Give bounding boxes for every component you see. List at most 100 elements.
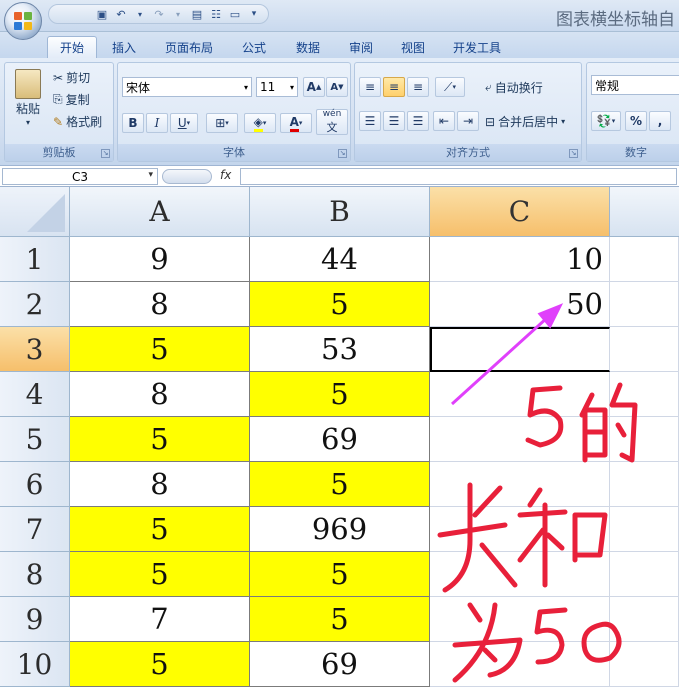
grid-cell[interactable] (610, 642, 679, 687)
row-header[interactable]: 5 (0, 417, 70, 462)
form-edit-icon[interactable]: ☷ (208, 6, 224, 22)
grid-cell[interactable]: 9 (70, 237, 250, 282)
grid-cell[interactable] (430, 417, 610, 462)
grid-cell[interactable]: 5 (250, 282, 430, 327)
row-header[interactable]: 8 (0, 552, 70, 597)
grid-cell[interactable]: 8 (70, 372, 250, 417)
form-icon[interactable]: ▤ (189, 6, 205, 22)
align-center-button[interactable]: ☰ (383, 111, 405, 131)
column-header-b[interactable]: B (250, 187, 430, 237)
grid-cell[interactable]: 53 (250, 327, 430, 372)
row-header[interactable]: 10 (0, 642, 70, 687)
grid-cell[interactable]: 69 (250, 417, 430, 462)
save-icon[interactable]: ▣ (94, 6, 110, 22)
tab-insert[interactable]: 插入 (103, 36, 145, 58)
font-launcher-icon[interactable]: ↘ (338, 149, 347, 158)
format-painter-button[interactable]: ✎ 格式刷 (53, 113, 102, 130)
name-box[interactable]: C3 ▾ (2, 168, 158, 185)
undo-icon[interactable]: ↶ (113, 6, 129, 22)
grid-cell[interactable] (610, 237, 679, 282)
tab-home[interactable]: 开始 (47, 36, 97, 58)
row-header[interactable]: 4 (0, 372, 70, 417)
grid-cell[interactable] (610, 417, 679, 462)
align-top-button[interactable]: ≡ (359, 77, 381, 97)
decrease-indent-button[interactable]: ⇤ (433, 111, 455, 131)
undo-dropdown-icon[interactable]: ▾ (132, 6, 148, 22)
currency-button[interactable]: 💱 ▾ (591, 111, 621, 131)
font-name-select[interactable]: 宋体 ▾ (122, 77, 252, 97)
row-header[interactable]: 9 (0, 597, 70, 642)
grid-cell[interactable] (610, 462, 679, 507)
tab-formulas[interactable]: 公式 (233, 36, 275, 58)
formula-bar-splitter[interactable] (162, 169, 212, 184)
grid-cell[interactable]: 5 (250, 597, 430, 642)
wrap-text-button[interactable]: ⤶ 自动换行 (485, 79, 543, 96)
italic-button[interactable]: I (146, 113, 168, 133)
grid-cell[interactable] (430, 552, 610, 597)
tab-data[interactable]: 数据 (287, 36, 329, 58)
row-header[interactable]: 3 (0, 327, 70, 372)
row-header[interactable]: 2 (0, 282, 70, 327)
row-header[interactable]: 7 (0, 507, 70, 552)
tab-review[interactable]: 审阅 (340, 36, 382, 58)
grid-cell[interactable] (610, 507, 679, 552)
grid-cell[interactable]: 69 (250, 642, 430, 687)
column-header-a[interactable]: A (70, 187, 250, 237)
grid-cell[interactable]: 8 (70, 462, 250, 507)
grid-cell[interactable] (610, 372, 679, 417)
alignment-launcher-icon[interactable]: ↘ (569, 149, 578, 158)
bold-button[interactable]: B (122, 113, 144, 133)
office-button[interactable] (4, 2, 42, 40)
copy-button[interactable]: ⎘ 复制 (53, 91, 90, 108)
align-right-button[interactable]: ☰ (407, 111, 429, 131)
tab-view[interactable]: 视图 (392, 36, 434, 58)
grid-cell[interactable] (430, 507, 610, 552)
orientation-button[interactable]: ⟋ ▾ (435, 77, 465, 97)
font-size-select[interactable]: 11 ▾ (256, 77, 298, 97)
redo-icon[interactable]: ↷ (151, 6, 167, 22)
underline-button[interactable]: U ▾ (170, 113, 198, 133)
grid-cell[interactable]: 8 (70, 282, 250, 327)
column-header-c[interactable]: C (430, 187, 610, 237)
grid-cell[interactable]: 7 (70, 597, 250, 642)
align-left-button[interactable]: ☰ (359, 111, 381, 131)
align-bottom-button[interactable]: ≡ (407, 77, 429, 97)
grid-cell[interactable]: 5 (70, 327, 250, 372)
grid-cell[interactable]: 5 (250, 462, 430, 507)
grid-cell[interactable] (610, 552, 679, 597)
merge-center-button[interactable]: ⊟ 合并后居中 ▾ (485, 113, 565, 130)
tab-developer[interactable]: 开发工具 (446, 36, 508, 58)
grid-cell[interactable] (610, 282, 679, 327)
grow-font-button[interactable]: A ▲ (303, 77, 325, 97)
number-format-select[interactable]: 常规 (591, 75, 679, 95)
window-icon[interactable]: ▭ (227, 6, 243, 22)
cut-button[interactable]: ✂ 剪切 (53, 69, 90, 86)
comma-button[interactable]: , (649, 111, 671, 131)
insert-function-icon[interactable]: fx (220, 168, 231, 182)
grid-cell[interactable]: 5 (70, 642, 250, 687)
select-all-button[interactable] (0, 187, 70, 237)
grid-cell[interactable] (430, 462, 610, 507)
percent-button[interactable]: % (625, 111, 647, 131)
font-color-button[interactable]: A ▾ (280, 113, 312, 133)
row-header[interactable]: 1 (0, 237, 70, 282)
grid-cell[interactable]: 5 (250, 552, 430, 597)
grid-cell[interactable] (430, 597, 610, 642)
tab-page-layout[interactable]: 页面布局 (158, 36, 220, 58)
grid-cell[interactable]: 44 (250, 237, 430, 282)
grid-cell[interactable]: 969 (250, 507, 430, 552)
fill-color-button[interactable]: ◈ ▾ (244, 113, 276, 133)
grid-cell[interactable]: 5 (70, 507, 250, 552)
grid-cell[interactable] (430, 372, 610, 417)
phonetic-button[interactable]: wén 文 (316, 109, 348, 135)
grid-cell[interactable]: 50 (430, 282, 610, 327)
paste-button[interactable]: 粘贴 ▾ (11, 69, 45, 127)
redo-dropdown-icon[interactable]: ▾ (170, 6, 186, 22)
formula-input[interactable] (240, 168, 677, 185)
grid-cell[interactable]: 5 (70, 552, 250, 597)
column-header-d[interactable] (610, 187, 679, 237)
grid-cell[interactable] (430, 642, 610, 687)
grid-cell[interactable]: 5 (250, 372, 430, 417)
active-cell[interactable] (430, 327, 610, 372)
align-middle-button[interactable]: ≡ (383, 77, 405, 97)
